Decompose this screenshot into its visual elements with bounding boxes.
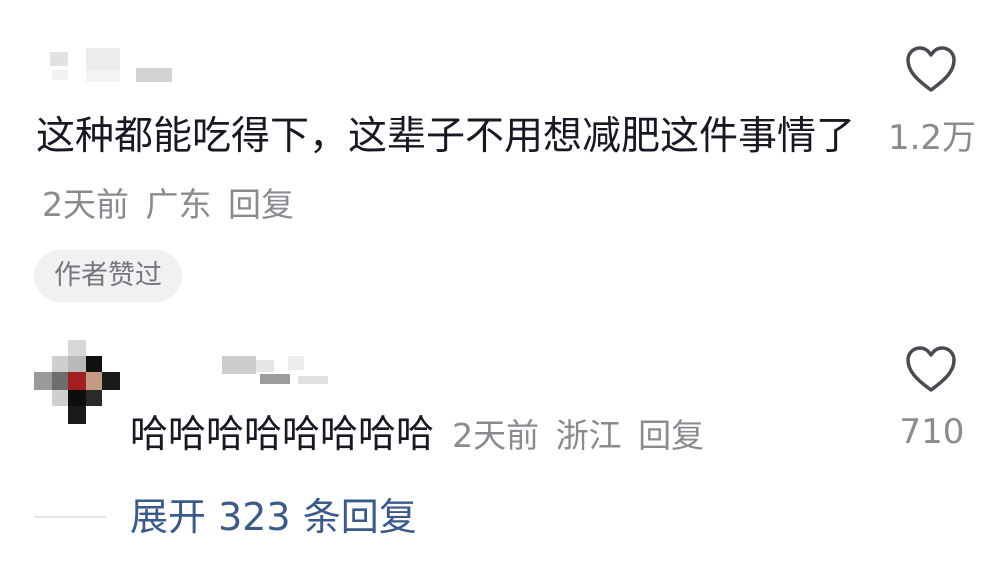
username-pixelated[interactable] bbox=[50, 48, 180, 88]
comment-time: 2天前 bbox=[452, 416, 540, 455]
comment-body: 这种都能吃得下，这辈子不用想减肥这件事情了 2天前 广东 回复 bbox=[36, 104, 866, 238]
reply-button[interactable]: 回复 bbox=[228, 185, 294, 224]
comment-meta: 2天前 广东 回复 bbox=[36, 185, 294, 224]
comment-body: 哈哈哈哈哈哈哈哈 2天前 浙江 回复 bbox=[130, 404, 830, 466]
expand-replies-button[interactable]: 展开 323 条回复 bbox=[130, 490, 417, 544]
heart-outline-icon[interactable] bbox=[904, 344, 958, 394]
divider-line bbox=[34, 516, 106, 518]
heart-outline-icon[interactable] bbox=[904, 44, 958, 94]
comment-location: 广东 bbox=[145, 185, 212, 224]
like-count: 710 bbox=[899, 412, 965, 452]
comment-time: 2天前 bbox=[42, 185, 129, 224]
author-liked-badge: 作者赞过 bbox=[34, 250, 182, 302]
comment-text: 这种都能吃得下，这辈子不用想减肥这件事情了 bbox=[36, 114, 856, 159]
avatar-pixelated[interactable] bbox=[34, 340, 120, 426]
like-count: 1.2万 bbox=[887, 118, 977, 158]
username-pixelated[interactable] bbox=[214, 352, 344, 392]
comment-location: 浙江 bbox=[555, 416, 622, 455]
reply-button[interactable]: 回复 bbox=[638, 416, 704, 455]
heart-outline-icon-svg bbox=[906, 46, 956, 92]
heart-outline-icon-svg bbox=[906, 346, 956, 392]
comment-meta: 2天前 浙江 回复 bbox=[446, 416, 704, 455]
comment-text: 哈哈哈哈哈哈哈哈 bbox=[130, 412, 435, 456]
